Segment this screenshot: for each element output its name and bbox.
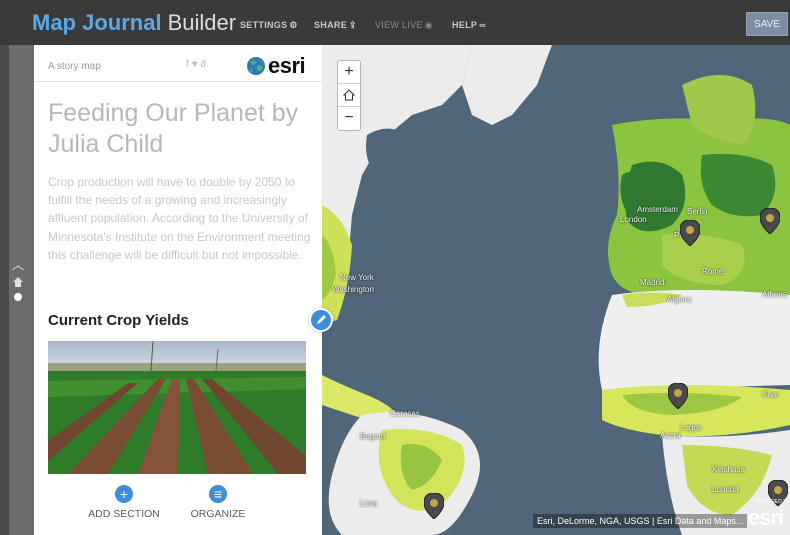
zoom-in-button[interactable]: + <box>338 61 360 84</box>
settings-label: SETTINGS <box>240 20 288 30</box>
map-pin-icon[interactable] <box>668 383 688 409</box>
map-pin-icon[interactable] <box>680 220 700 246</box>
home-icon[interactable] <box>13 277 23 287</box>
chevron-up-icon[interactable]: ︿ <box>12 256 24 273</box>
story-map-label: A story map <box>48 61 101 72</box>
city-label: Washington <box>332 285 374 294</box>
city-label: Lagos <box>680 423 702 432</box>
city-label: Athens <box>762 290 787 299</box>
header-divider <box>34 81 322 82</box>
organize-button[interactable]: ≡ ORGANIZE <box>180 485 256 520</box>
city-label: Luanda <box>712 485 739 494</box>
side-panel: A story map f♥∂ esri Feeding Our Planet … <box>34 45 322 535</box>
map-attribution[interactable]: Esri, DeLorme, NGA, USGS | Esri Data and… <box>533 514 748 528</box>
share-label: SHARE <box>314 20 348 30</box>
map-pin-icon[interactable] <box>760 208 780 234</box>
link-icon[interactable]: ∂ <box>201 59 209 70</box>
city-label: Algiers <box>667 295 692 304</box>
add-section-label: ADD SECTION <box>88 508 160 520</box>
section-heading[interactable]: Current Crop Yields <box>48 312 189 329</box>
city-label: Caracas <box>390 409 420 418</box>
view-live-button[interactable]: VIEW LIVE ◉ <box>375 20 433 31</box>
esri-logo[interactable]: esri <box>246 53 306 79</box>
basemap <box>322 45 790 535</box>
city-label: Berlin <box>687 207 708 216</box>
zoom-controls: + − <box>337 60 361 131</box>
city-label: Lima <box>360 499 378 508</box>
story-title[interactable]: Feeding Our Planet by Julia Child <box>48 98 308 160</box>
map-pin-icon[interactable] <box>424 493 444 519</box>
pencil-icon <box>317 315 326 324</box>
city-label: Accra <box>660 431 681 440</box>
app-title-main: Map Journal <box>32 10 162 35</box>
add-section-button[interactable]: + ADD SECTION <box>84 485 164 520</box>
view-live-label: VIEW LIVE <box>375 20 423 30</box>
section-navigation-rail: ︿ <box>0 45 34 535</box>
story-description[interactable]: Crop production will have to double by 2… <box>48 173 316 264</box>
home-icon <box>342 89 356 101</box>
section-dot[interactable] <box>14 293 22 301</box>
powered-by-logo-text: esri <box>748 505 784 530</box>
twitter-icon[interactable]: ♥ <box>192 59 201 70</box>
social-share-icons: f♥∂ <box>186 59 209 70</box>
city-label: Bogota <box>360 432 386 441</box>
city-label: Khar <box>762 390 779 399</box>
rail-track <box>9 45 34 535</box>
home-extent-button[interactable] <box>338 84 360 107</box>
eye-icon: ◉ <box>424 20 433 30</box>
save-button[interactable]: SAVE <box>746 12 788 36</box>
gear-icon: ⚙ <box>289 20 298 30</box>
help-button[interactable]: HELP ∞ <box>452 20 486 30</box>
map-view[interactable]: Amsterdam Berlin London Paris Rome Madri… <box>322 45 790 535</box>
city-label: Madrid <box>640 278 665 287</box>
city-label: New York <box>340 273 374 282</box>
help-label: HELP <box>452 20 478 30</box>
plus-icon: + <box>115 485 133 503</box>
city-label: London <box>620 215 647 224</box>
app-title-sub: Builder <box>167 10 237 35</box>
binoculars-icon: ∞ <box>479 20 486 30</box>
edit-section-button[interactable] <box>309 308 333 332</box>
share-icon: ⇪ <box>349 20 357 30</box>
esri-logo-text: esri <box>268 53 306 78</box>
settings-button[interactable]: SETTINGS ⚙ <box>240 20 298 31</box>
share-button[interactable]: SHARE ⇪ <box>314 20 357 31</box>
city-label: Kinshasa <box>712 465 745 474</box>
organize-label: ORGANIZE <box>190 508 246 520</box>
zoom-out-button[interactable]: − <box>338 107 360 130</box>
powered-by-esri-logo[interactable]: POWERED BY esri <box>748 499 790 531</box>
city-label: Rome <box>702 267 724 276</box>
list-icon: ≡ <box>209 485 227 503</box>
city-label: Amsterdam <box>637 205 678 214</box>
crop-field-image <box>48 341 306 474</box>
globe-icon <box>247 57 265 75</box>
powered-by-label: POWERED BY <box>756 499 790 505</box>
top-toolbar: Map Journal Builder SETTINGS ⚙ SHARE ⇪ VIEW… <box>0 0 790 45</box>
app-title: Map Journal Builder <box>32 10 236 36</box>
